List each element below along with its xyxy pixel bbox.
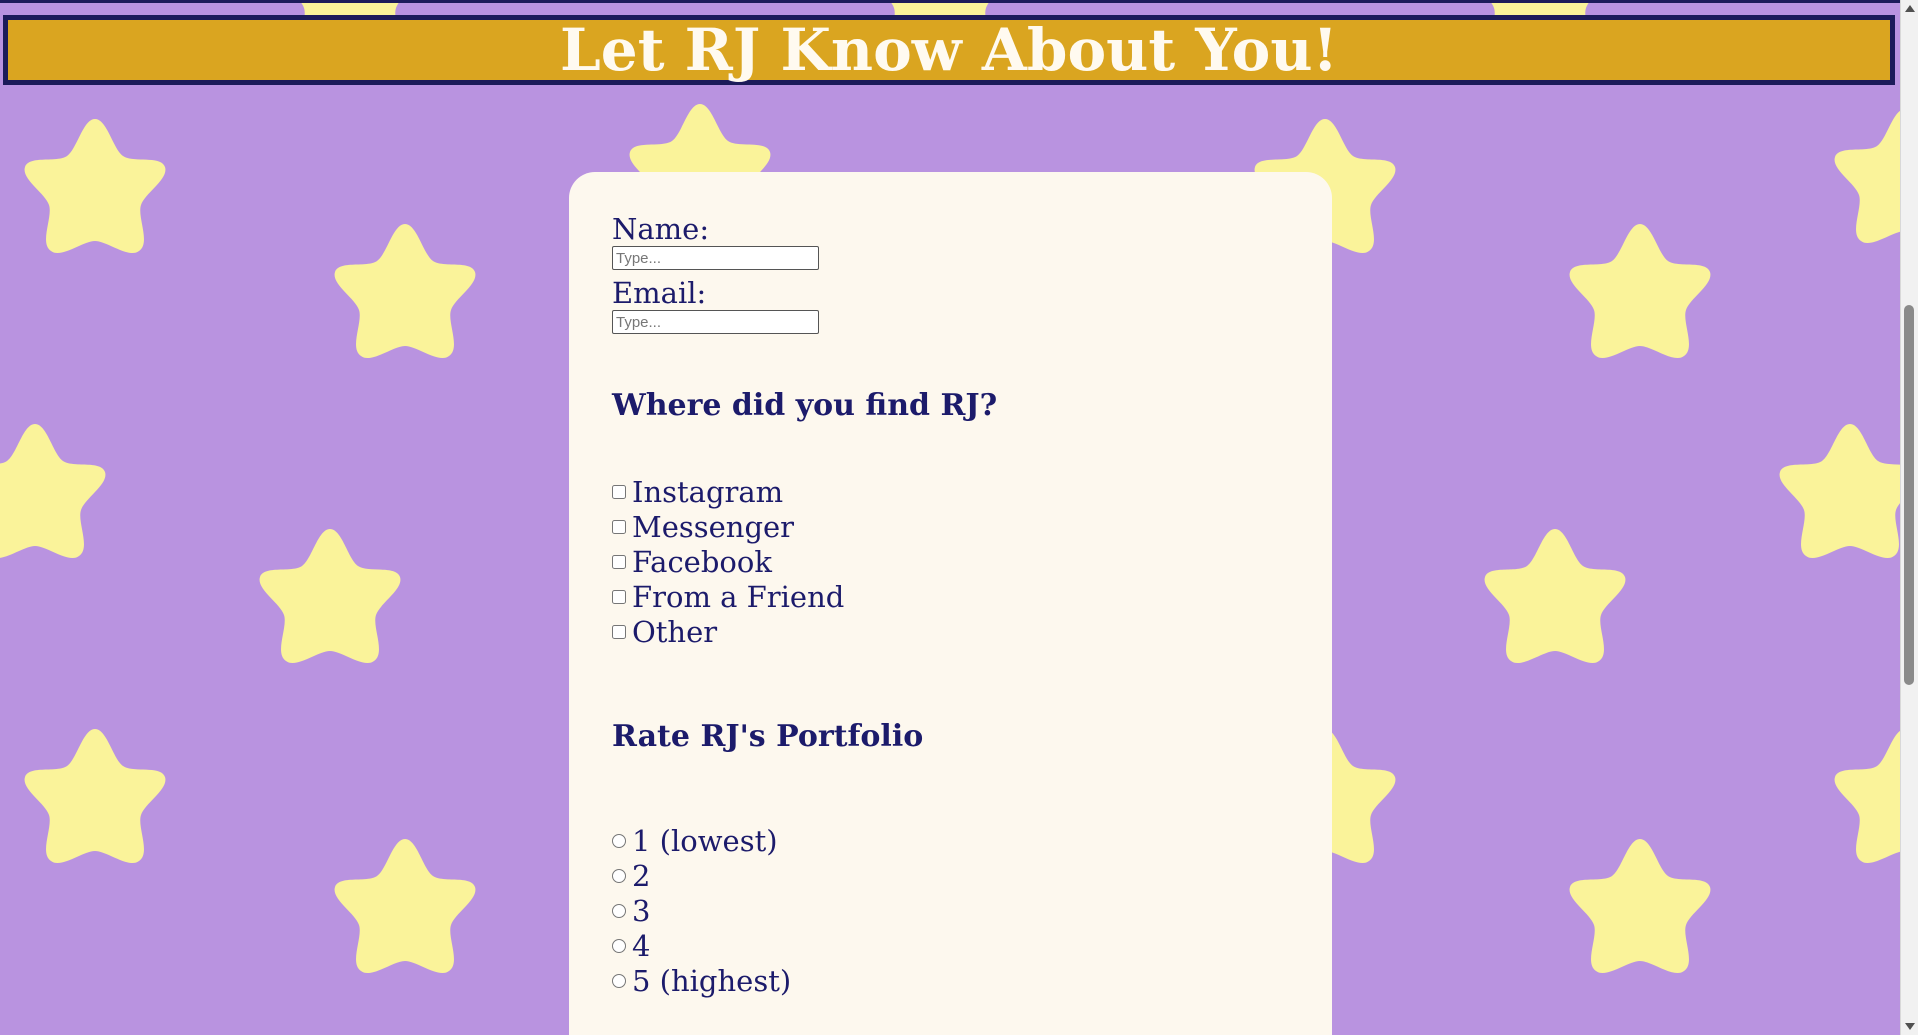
option-label: Other: [632, 614, 718, 649]
email-label: Email:: [612, 276, 707, 310]
page-title: Let RJ Know About You!: [560, 16, 1338, 84]
header-banner: Let RJ Know About You!: [3, 15, 1895, 85]
star-icon: [1779, 424, 1900, 559]
source-option-facebook[interactable]: Facebook: [612, 544, 1332, 579]
scrollbar-thumb[interactable]: [1904, 305, 1914, 685]
page-scrollbar[interactable]: [1900, 0, 1918, 1035]
rating-option-2[interactable]: 2: [612, 858, 1332, 893]
option-label: 5 (highest): [632, 963, 792, 998]
rating-radio-4[interactable]: [612, 938, 626, 953]
source-heading: Where did you find RJ?: [612, 388, 998, 423]
star-icon: [24, 119, 166, 254]
rating-radio-2[interactable]: [612, 868, 626, 883]
option-label: Messenger: [632, 509, 795, 544]
star-icon: [1834, 109, 1900, 244]
star-icon: [334, 839, 476, 974]
instagram-checkbox[interactable]: [612, 484, 626, 499]
name-field[interactable]: [612, 246, 819, 270]
messenger-checkbox[interactable]: [612, 519, 626, 534]
friend-checkbox[interactable]: [612, 589, 626, 604]
source-options: Instagram Messenger Facebook From a Frie…: [612, 474, 1332, 649]
rating-options: 1 (lowest) 2 3 4 5 (highest): [612, 823, 1332, 998]
star-icon: [1569, 839, 1711, 974]
facebook-checkbox[interactable]: [612, 554, 626, 569]
rating-radio-1[interactable]: [612, 833, 626, 848]
rating-option-1[interactable]: 1 (lowest): [612, 823, 1332, 858]
email-field[interactable]: [612, 310, 819, 334]
rating-option-5[interactable]: 5 (highest): [612, 963, 1332, 998]
source-option-instagram[interactable]: Instagram: [612, 474, 1332, 509]
option-label: Facebook: [632, 544, 772, 579]
other-checkbox[interactable]: [612, 624, 626, 639]
rating-option-4[interactable]: 4: [612, 928, 1332, 963]
source-option-friend[interactable]: From a Friend: [612, 579, 1332, 614]
contact-form: Name: Email: Where did you find RJ? Inst…: [569, 172, 1332, 1035]
name-label: Name:: [612, 212, 710, 246]
option-label: 2: [632, 858, 651, 893]
source-option-other[interactable]: Other: [612, 614, 1332, 649]
top-strip: [0, 0, 1900, 3]
star-icon: [1484, 529, 1626, 664]
option-label: 3: [632, 893, 651, 928]
star-icon: [1569, 224, 1711, 359]
scroll-down-arrow-icon[interactable]: [1905, 1023, 1915, 1030]
rating-heading: Rate RJ's Portfolio: [612, 719, 924, 754]
star-icon: [334, 224, 476, 359]
star-icon: [259, 529, 401, 664]
star-icon: [0, 424, 106, 559]
rating-radio-3[interactable]: [612, 903, 626, 918]
page-viewport: Let RJ Know About You! Name: Email: Wher…: [0, 0, 1900, 1035]
scroll-up-arrow-icon[interactable]: [1905, 5, 1915, 12]
star-icon: [24, 729, 166, 864]
source-option-messenger[interactable]: Messenger: [612, 509, 1332, 544]
star-icon: [1834, 729, 1900, 864]
rating-radio-5[interactable]: [612, 973, 626, 988]
option-label: 1 (lowest): [632, 823, 778, 858]
option-label: Instagram: [632, 474, 784, 509]
rating-option-3[interactable]: 3: [612, 893, 1332, 928]
option-label: 4: [632, 928, 651, 963]
option-label: From a Friend: [632, 579, 845, 614]
